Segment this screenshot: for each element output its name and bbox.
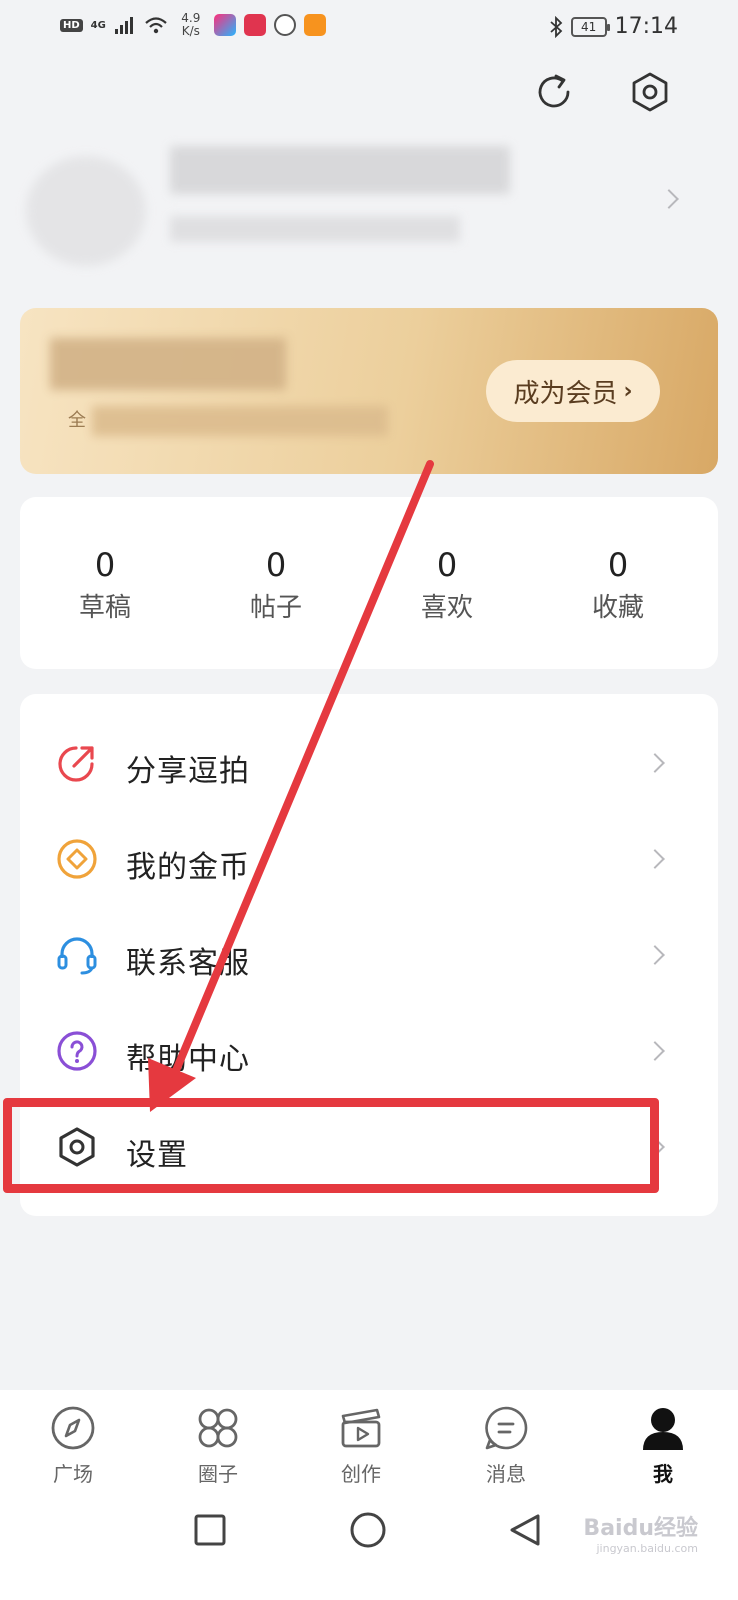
coin-icon (57, 839, 97, 879)
compass-icon (51, 1406, 95, 1450)
avatar (26, 156, 146, 266)
network-speed: 4.9 K/s (181, 11, 201, 38)
menu-item-share[interactable]: 分享逗拍 (20, 716, 718, 812)
chevron-right-icon: › (623, 378, 633, 404)
baidu-watermark: Baidu经验 jingyan.baidu.com (583, 1510, 698, 1555)
vip-subtext-redacted (92, 406, 388, 436)
profile-meta-redacted (170, 216, 460, 242)
video-app-icon (303, 14, 326, 36)
nav-label: 创作 (341, 1462, 381, 1486)
chevron-right-icon (645, 945, 665, 965)
menu-label: 联系客服 (126, 946, 250, 981)
back-triangle-icon[interactable] (504, 1508, 548, 1552)
recents-square-icon[interactable] (188, 1508, 232, 1552)
bottom-nav: 广场 圈子 创作 消息 我 (0, 1390, 738, 1500)
menu-label: 我的金币 (126, 850, 250, 885)
home-circle-icon[interactable] (346, 1508, 390, 1552)
nav-me[interactable]: 我 (613, 1404, 713, 1487)
status-left: HD 4G 4.9 K/s (60, 12, 326, 38)
stat-value: 0 (436, 546, 458, 584)
settings-top-icon[interactable] (628, 70, 672, 114)
system-nav-bar: Baidu经验 jingyan.baidu.com (0, 1500, 738, 1600)
nav-label: 圈子 (198, 1462, 238, 1486)
nav-label: 广场 (53, 1462, 93, 1486)
nav-label: 我 (653, 1462, 673, 1486)
shield-app-icon (273, 14, 296, 36)
nav-create[interactable]: 创作 (311, 1404, 411, 1487)
vip-card[interactable]: 全 成为会员 › (20, 308, 718, 474)
nav-plaza[interactable]: 广场 (23, 1404, 123, 1487)
bluetooth-icon (549, 15, 562, 38)
stats-card: 0 草稿 0 帖子 0 喜欢 0 收藏 (20, 497, 718, 669)
menu-item-help[interactable]: 帮助中心 (20, 1004, 718, 1100)
message-icon (485, 1406, 528, 1450)
wifi-icon (145, 17, 167, 34)
profile-chevron-icon (659, 189, 679, 209)
headset-icon (57, 937, 97, 975)
vip-subtext: 全 (68, 410, 86, 431)
calendar-app-icon (243, 14, 266, 36)
stat-value: 0 (265, 546, 287, 584)
stat-label: 收藏 (591, 593, 644, 623)
vip-title-redacted (50, 338, 286, 390)
chevron-right-icon (645, 1041, 665, 1061)
become-member-button[interactable]: 成为会员 › (486, 360, 660, 422)
nav-messages[interactable]: 消息 (456, 1404, 556, 1487)
help-icon (57, 1031, 97, 1071)
username-redacted (170, 146, 510, 194)
network-type: 4G (90, 19, 106, 31)
stat-label: 喜欢 (420, 593, 473, 623)
profile-icon (643, 1408, 683, 1450)
stat-likes[interactable]: 0 喜欢 (387, 547, 507, 624)
menu-item-customer-service[interactable]: 联系客服 (20, 908, 718, 1004)
status-right: 41 17:14 (549, 14, 678, 39)
youku-app-icon (213, 14, 236, 36)
stat-label: 草稿 (78, 593, 131, 623)
battery-indicator: 41 (570, 16, 610, 37)
stat-favorites[interactable]: 0 收藏 (558, 547, 678, 624)
signal-icon (114, 17, 133, 34)
hd-indicator: HD (60, 18, 83, 32)
clock: 17:14 (614, 14, 678, 39)
stat-value: 0 (94, 546, 116, 584)
profile-header[interactable] (0, 140, 738, 270)
annotation-highlight-box (3, 1098, 659, 1193)
circles-icon (198, 1408, 238, 1448)
stat-drafts[interactable]: 0 草稿 (45, 547, 165, 624)
clapperboard-icon (341, 1408, 381, 1448)
nav-circles[interactable]: 圈子 (168, 1404, 268, 1487)
stat-posts[interactable]: 0 帖子 (216, 547, 336, 624)
menu-label: 分享逗拍 (126, 754, 250, 789)
watermark-text: Baidu经验 (583, 1516, 698, 1541)
chevron-right-icon (645, 849, 665, 869)
stat-value: 0 (607, 546, 629, 584)
share-icon (58, 746, 94, 782)
refresh-icon[interactable] (532, 70, 576, 114)
chevron-right-icon (645, 753, 665, 773)
nav-label: 消息 (486, 1462, 526, 1486)
stat-label: 帖子 (249, 593, 302, 623)
menu-label: 帮助中心 (126, 1042, 250, 1077)
menu-item-coins[interactable]: 我的金币 (20, 812, 718, 908)
status-bar: HD 4G 4.9 K/s 41 17:14 (0, 0, 738, 56)
watermark-url: jingyan.baidu.com (596, 1542, 698, 1555)
become-member-label: 成为会员 (513, 378, 618, 409)
